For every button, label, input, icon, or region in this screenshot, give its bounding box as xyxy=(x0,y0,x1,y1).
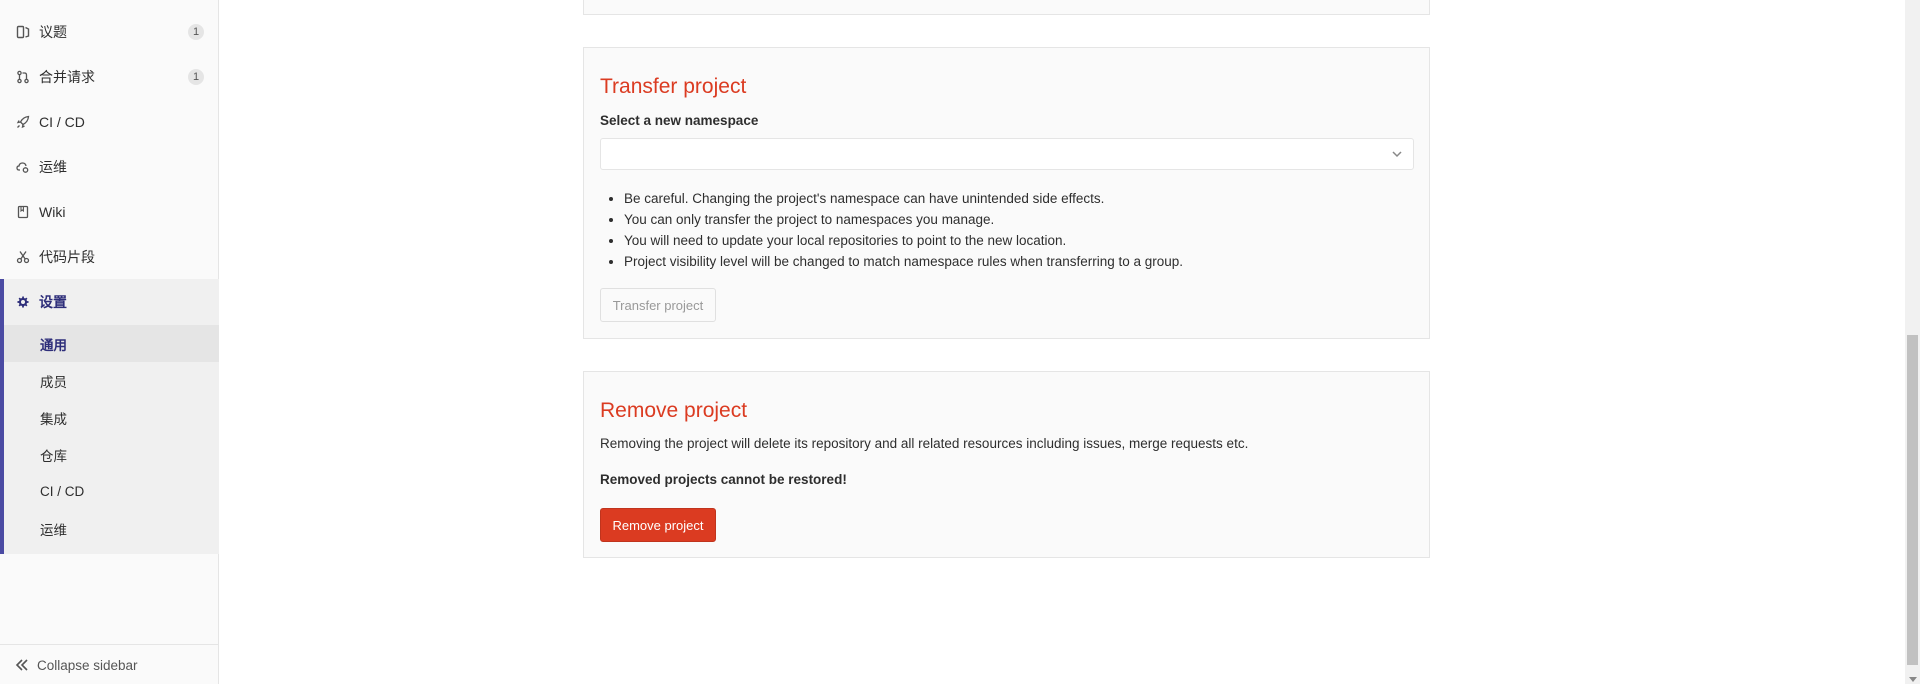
gear-icon xyxy=(15,294,31,310)
settings-sub-repository[interactable]: 仓库 xyxy=(4,436,219,473)
settings-sub-members[interactable]: 成员 xyxy=(4,362,219,399)
list-item: You will need to update your local repos… xyxy=(624,230,1183,251)
settings-section: 设置 通用 成员 集成 仓库 CI / CD 运维 xyxy=(0,279,219,554)
settings-sub-integrations[interactable]: 集成 xyxy=(4,399,219,436)
scrollbar-thumb[interactable] xyxy=(1907,335,1918,665)
sidebar: 议题 1 合并请求 1 CI / CD 运维 Wiki 代码片段 设置 通用 成… xyxy=(0,0,219,684)
sidebar-item-label: 代码片段 xyxy=(39,248,95,265)
scissors-icon xyxy=(15,249,31,265)
sidebar-item-snippets[interactable]: 代码片段 xyxy=(0,234,219,279)
remove-project-warning: Removed projects cannot be restored! xyxy=(600,472,847,487)
sidebar-item-operations[interactable]: 运维 xyxy=(0,144,219,189)
remove-project-title: Remove project xyxy=(600,399,748,422)
sidebar-item-wiki[interactable]: Wiki xyxy=(0,189,219,234)
sidebar-item-label: 议题 xyxy=(39,23,67,40)
remove-project-panel: Remove project Removing the project will… xyxy=(583,371,1430,558)
remove-project-description: Removing the project will delete its rep… xyxy=(600,436,1249,451)
issues-icon xyxy=(15,24,31,40)
cloud-gear-icon xyxy=(15,159,31,175)
list-item: Project visibility level will be changed… xyxy=(624,251,1183,272)
sidebar-item-label: 合并请求 xyxy=(39,68,95,85)
transfer-project-panel: Transfer project Select a new namespace … xyxy=(583,47,1430,339)
merge-requests-count-badge: 1 xyxy=(188,68,204,85)
settings-sub-operations[interactable]: 运维 xyxy=(4,510,219,547)
remove-project-button[interactable]: Remove project xyxy=(600,508,716,542)
book-icon xyxy=(15,204,31,220)
merge-request-icon xyxy=(15,69,31,85)
collapse-sidebar-label: Collapse sidebar xyxy=(37,657,138,673)
scroll-down-arrow-icon[interactable] xyxy=(1909,677,1917,682)
settings-label: 设置 xyxy=(39,293,67,310)
collapse-sidebar-button[interactable]: Collapse sidebar xyxy=(0,644,218,685)
transfer-warning-list: Be careful. Changing the project's names… xyxy=(616,188,1183,272)
sidebar-item-label: CI / CD xyxy=(39,113,85,130)
namespace-select[interactable] xyxy=(600,138,1414,170)
sidebar-item-label: Wiki xyxy=(39,203,66,220)
sidebar-item-merge-requests[interactable]: 合并请求 1 xyxy=(0,54,219,99)
list-item: Be careful. Changing the project's names… xyxy=(624,188,1183,209)
sidebar-item-ci-cd[interactable]: CI / CD xyxy=(0,99,219,144)
list-item: You can only transfer the project to nam… xyxy=(624,209,1183,230)
issues-count-badge: 1 xyxy=(188,23,204,40)
sidebar-item-settings[interactable]: 设置 xyxy=(4,279,219,324)
namespace-select-label: Select a new namespace xyxy=(600,113,759,128)
transfer-project-button[interactable]: Transfer project xyxy=(600,288,716,322)
rocket-icon xyxy=(15,114,31,130)
chevron-down-icon xyxy=(1392,151,1402,158)
previous-settings-panel xyxy=(583,0,1430,15)
settings-sub-general[interactable]: 通用 xyxy=(4,325,219,362)
transfer-project-title: Transfer project xyxy=(600,75,747,98)
sidebar-item-issues[interactable]: 议题 1 xyxy=(0,9,219,54)
double-chevron-left-icon xyxy=(15,658,29,672)
page-scrollbar[interactable] xyxy=(1905,0,1920,684)
sidebar-item-label: 运维 xyxy=(39,158,67,175)
settings-sub-ci-cd[interactable]: CI / CD xyxy=(4,473,219,510)
